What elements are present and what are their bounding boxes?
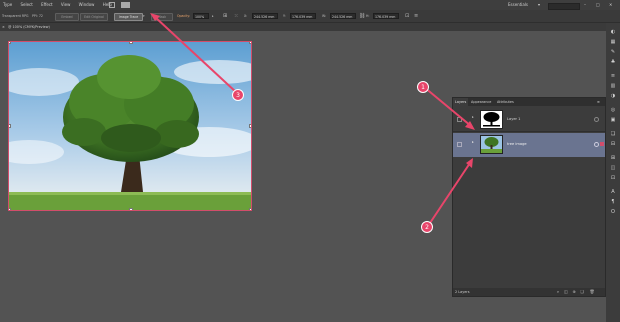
- callout-3: 3: [232, 89, 244, 101]
- callout-1: 1: [417, 81, 429, 93]
- callout-2: 2: [421, 221, 433, 233]
- annotation-arrows: [150, 13, 475, 227]
